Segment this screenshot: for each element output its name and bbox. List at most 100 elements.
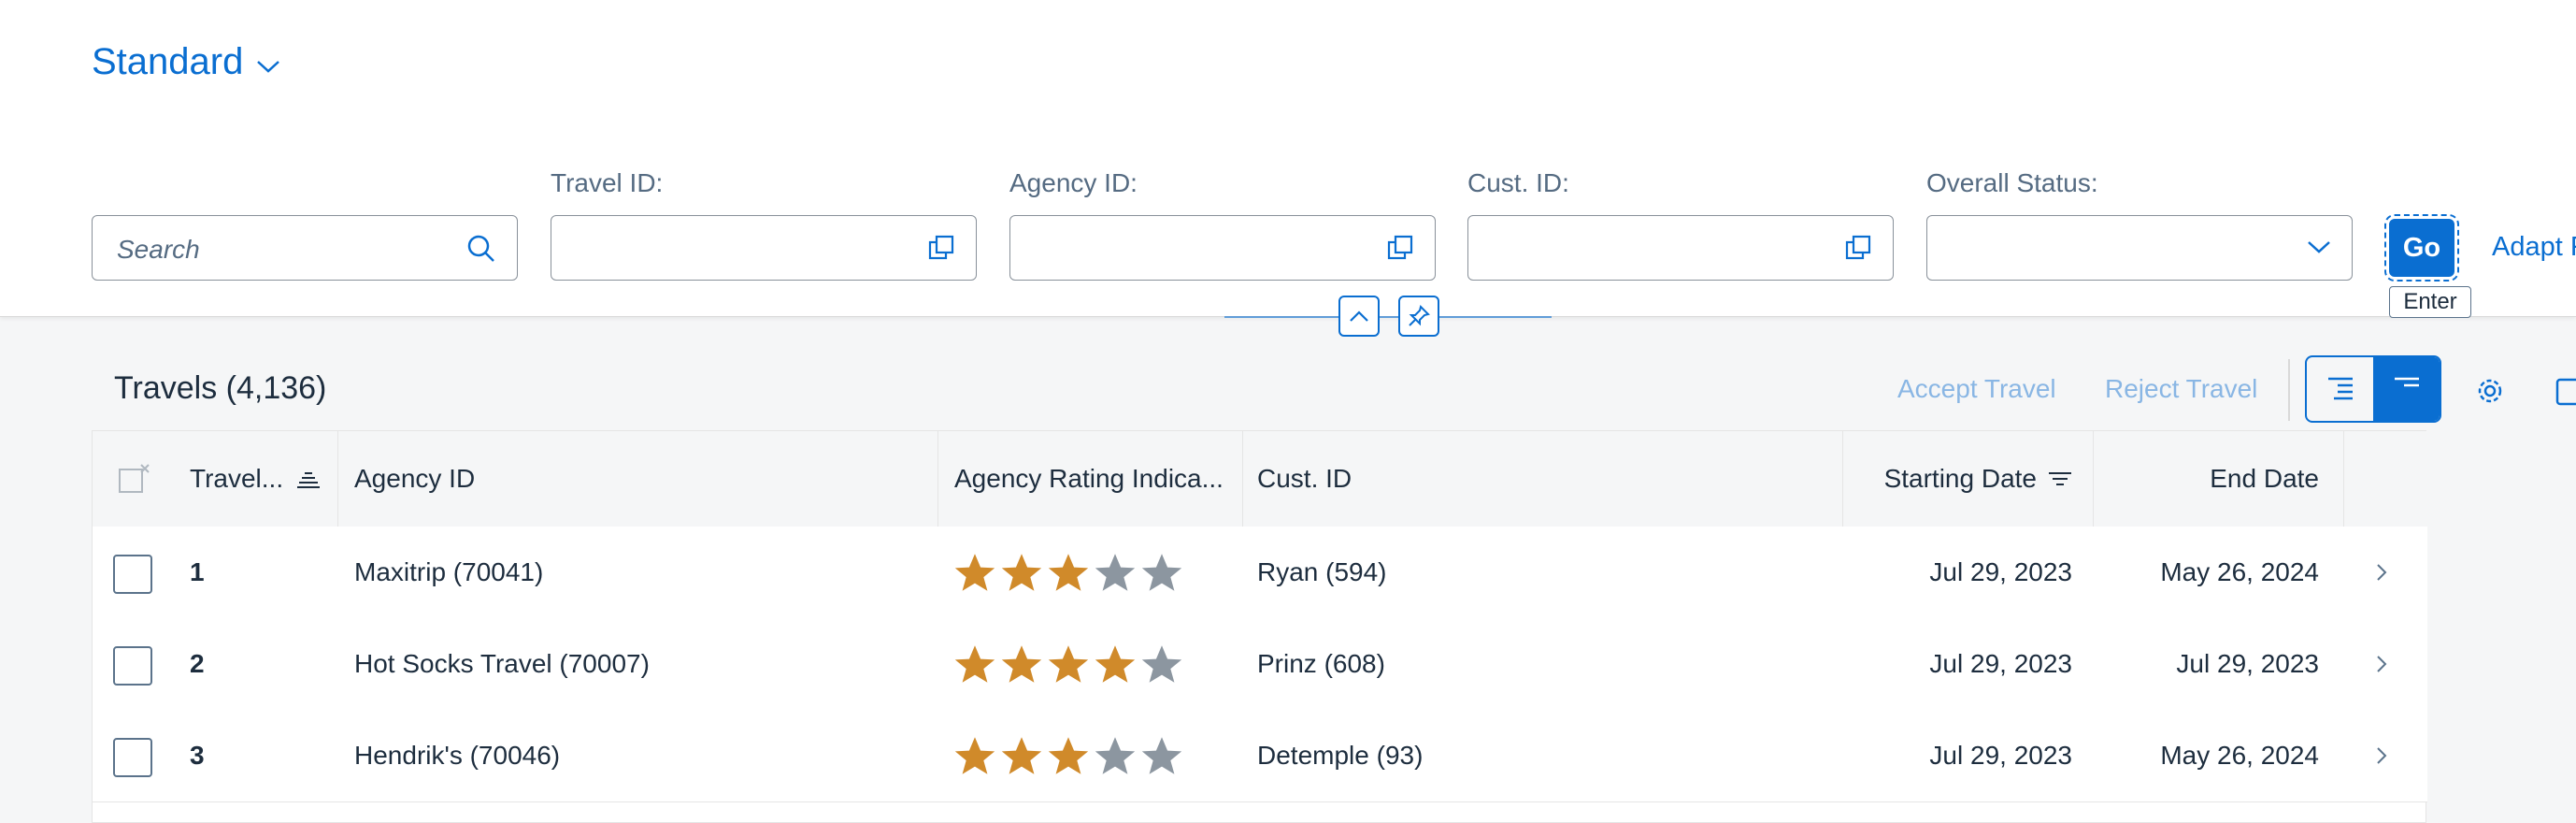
travel-id-cell: 2 (190, 649, 205, 678)
column-header-end-date[interactable]: End Date (2095, 431, 2319, 527)
star-icon (1001, 554, 1042, 591)
starting-date-cell: Jul 29, 2023 (1929, 741, 2072, 770)
table-row[interactable]: 1 Maxitrip (70041) Ryan (594) Jul 29, 2023 M… (93, 527, 2427, 619)
star-icon (1095, 645, 1136, 683)
column-label-rating: Agency Rating Indica... (954, 464, 1224, 493)
travel-id-field[interactable] (551, 215, 977, 281)
value-help-icon[interactable] (927, 234, 955, 262)
star-icon (1095, 737, 1136, 774)
agency-cell: Hendrik's (70046) (354, 741, 561, 770)
column-header-cust-id[interactable]: Cust. ID (1257, 431, 1352, 527)
star-icon (954, 554, 995, 591)
filter-bar: Standard Search Travel ID: Agency ID: Cu… (0, 0, 2576, 317)
column-label-travel: Travel... (190, 464, 284, 493)
show-details-icon (2327, 377, 2353, 400)
chevron-right-icon[interactable] (2373, 648, 2392, 680)
hide-details-icon (2394, 377, 2419, 387)
chevron-down-icon[interactable] (2307, 238, 2331, 255)
agency-id-label: Agency ID: (1009, 168, 1138, 197)
pin-icon (1409, 305, 1430, 326)
row-checkbox[interactable] (113, 646, 152, 686)
hide-details-button[interactable] (2373, 357, 2440, 421)
travel-id-label: Travel ID: (551, 168, 664, 197)
collapse-icon (1350, 310, 1368, 322)
star-icon (1001, 737, 1042, 774)
star-icon (954, 645, 995, 683)
table-view-toggle[interactable] (2305, 355, 2441, 423)
cust-id-label: Cust. ID: (1467, 168, 1569, 197)
travel-id-cell: 1 (190, 557, 205, 586)
star-icon (1048, 737, 1089, 774)
column-header-travel[interactable]: Travel... (190, 431, 321, 527)
pin-header-button[interactable] (1398, 296, 1439, 337)
column-separator (2343, 431, 2344, 527)
overall-status-select[interactable] (1926, 215, 2353, 281)
table-row[interactable]: 3 Hendrik's (70046) Detemple (93) Jul 29, 2… (93, 710, 2427, 802)
customer-cell: Ryan (594) (1257, 557, 1387, 586)
star-icon (1141, 645, 1182, 683)
search-icon[interactable] (466, 234, 496, 264)
column-header-agency-id[interactable]: Agency ID (354, 431, 475, 527)
value-help-icon[interactable] (1386, 234, 1414, 262)
star-icon (1095, 554, 1136, 591)
clear-selection-icon (119, 464, 150, 493)
star-icon (1048, 554, 1089, 591)
rating-indicator (952, 710, 1184, 801)
variant-selector[interactable]: Standard (92, 41, 280, 83)
header-divider (1224, 316, 1552, 318)
row-checkbox[interactable] (113, 555, 152, 594)
customer-cell: Prinz (608) (1257, 649, 1385, 678)
filter-icon (2049, 472, 2071, 485)
chevron-down-icon (257, 60, 280, 73)
customer-cell: Detemple (93) (1257, 741, 1424, 770)
go-button[interactable]: Go (2384, 214, 2459, 282)
variant-label: Standard (92, 41, 244, 82)
star-icon (1001, 645, 1042, 683)
agency-cell: Maxitrip (70041) (354, 557, 544, 586)
column-separator (2093, 431, 2094, 527)
travels-table: Travel... Agency ID Agency Rating Indica… (92, 430, 2427, 823)
collapse-header-button[interactable] (1338, 296, 1380, 337)
star-icon (1141, 554, 1182, 591)
star-icon (954, 737, 995, 774)
star-icon (1141, 737, 1182, 774)
table-title: Travels (4,136) (114, 370, 327, 406)
column-label-starting-date: Starting Date (1883, 464, 2037, 493)
starting-date-cell: Jul 29, 2023 (1929, 557, 2072, 586)
end-date-cell: Jul 29, 2023 (2176, 649, 2319, 678)
reject-travel-button[interactable]: Reject Travel (2105, 374, 2257, 404)
table-header: Travel... Agency ID Agency Rating Indica… (93, 431, 2427, 527)
column-label-end-date: End Date (2210, 464, 2319, 493)
select-all-checkbox[interactable] (117, 431, 152, 527)
agency-id-field[interactable] (1009, 215, 1436, 281)
cust-id-field[interactable] (1467, 215, 1894, 281)
chevron-right-icon[interactable] (2373, 740, 2392, 772)
search-placeholder: Search (117, 235, 200, 264)
search-input[interactable]: Search (92, 215, 518, 281)
column-separator (1842, 431, 1843, 527)
star-icon (1048, 645, 1089, 683)
row-checkbox[interactable] (113, 738, 152, 777)
column-separator (1242, 431, 1243, 527)
end-date-cell: May 26, 2024 (2160, 557, 2319, 586)
rating-indicator (952, 527, 1184, 618)
agency-cell: Hot Socks Travel (70007) (354, 649, 650, 678)
show-details-button[interactable] (2307, 357, 2373, 421)
export-icon[interactable] (2555, 372, 2576, 410)
overall-status-label: Overall Status: (1926, 168, 2098, 197)
column-header-rating[interactable]: Agency Rating Indica... (954, 431, 1224, 527)
rating-indicator (952, 618, 1184, 710)
column-header-starting-date[interactable]: Starting Date (1844, 431, 2072, 527)
column-separator (937, 431, 938, 527)
value-help-icon[interactable] (1844, 234, 1872, 262)
accept-travel-button[interactable]: Accept Travel (1897, 374, 2056, 404)
chevron-right-icon[interactable] (2373, 556, 2392, 588)
gear-icon[interactable] (2471, 372, 2509, 410)
sort-icon (297, 472, 321, 488)
end-date-cell: May 26, 2024 (2160, 741, 2319, 770)
column-label-cust-id: Cust. ID (1257, 464, 1352, 493)
adapt-filters-link[interactable]: Adapt F (2492, 232, 2576, 263)
column-separator (337, 431, 338, 527)
toolbar-separator (2288, 359, 2290, 421)
table-row[interactable]: 2 Hot Socks Travel (70007) Prinz (608) Jul … (93, 618, 2427, 711)
